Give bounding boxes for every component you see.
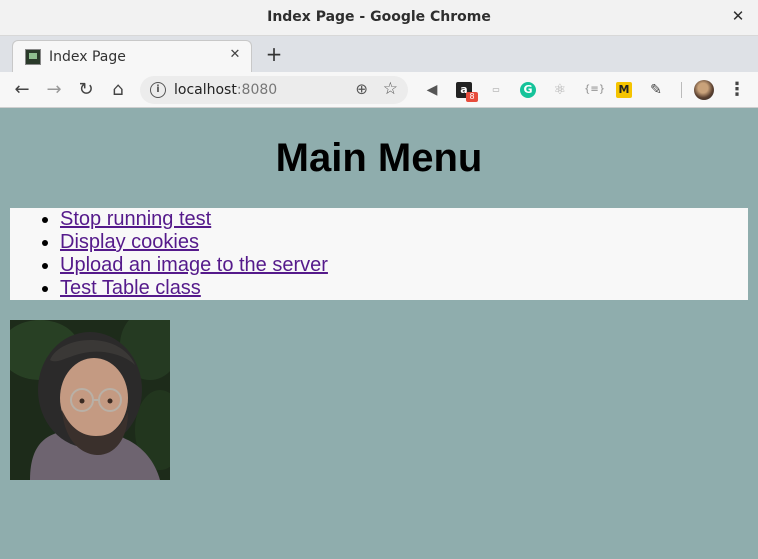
new-tab-button[interactable]: + (262, 42, 286, 66)
window-titlebar: Index Page - Google Chrome ✕ (0, 0, 758, 36)
reload-icon[interactable]: ↻ (74, 78, 98, 102)
xml-extension-icon[interactable]: ▭ (488, 82, 504, 98)
tab-index-page[interactable]: Index Page ✕ (12, 40, 252, 72)
tab-strip: Index Page ✕ + (0, 36, 758, 72)
list-item: Display cookies (60, 231, 748, 254)
extension-badge: 8 (466, 92, 478, 102)
portrait-photo (10, 320, 170, 480)
browser-toolbar: ← → ↻ ⌂ i localhost:8080 ⊕ ☆ ◀ a 8 ▭ G ⚛… (0, 72, 758, 108)
zoom-icon[interactable]: ⊕ (355, 80, 368, 98)
page-content: Main Menu Stop running test Display cook… (0, 108, 758, 559)
read-aloud-extension-icon[interactable]: ◀ (424, 82, 440, 98)
tab-label: Index Page (49, 49, 126, 65)
tab-close-icon[interactable]: ✕ (227, 47, 243, 65)
link-upload-image[interactable]: Upload an image to the server (60, 254, 328, 276)
main-menu-list: Stop running test Display cookies Upload… (10, 208, 748, 300)
portrait-photo-graphic (10, 320, 170, 480)
grammarly-extension-icon[interactable]: G (520, 82, 536, 98)
react-extension-icon[interactable]: ⚛ (552, 82, 568, 98)
list-item: Stop running test (60, 208, 748, 231)
address-url[interactable]: localhost:8080 (174, 82, 277, 98)
link-display-cookies[interactable]: Display cookies (60, 231, 199, 253)
address-bar[interactable]: i localhost:8080 ⊕ ☆ (140, 76, 408, 104)
window-close-icon[interactable]: ✕ (730, 8, 746, 24)
window-title: Index Page - Google Chrome (267, 9, 491, 25)
page-heading: Main Menu (275, 136, 483, 180)
link-stop-running-test[interactable]: Stop running test (60, 208, 211, 230)
favicon-icon (25, 49, 41, 65)
url-host: localhost (174, 82, 237, 98)
kebab-menu-icon[interactable]: ⋮ (728, 78, 746, 102)
forward-arrow-icon[interactable]: → (42, 78, 66, 102)
back-arrow-icon[interactable]: ← (10, 78, 34, 102)
link-test-table-class[interactable]: Test Table class (60, 277, 201, 299)
list-item: Upload an image to the server (60, 254, 748, 277)
url-port: :8080 (236, 82, 278, 98)
toolbar-divider (681, 82, 682, 98)
list-item: Test Table class (60, 277, 748, 300)
json-extension-icon[interactable]: {≡} (584, 82, 605, 98)
bookmark-star-icon[interactable]: ☆ (383, 79, 398, 99)
site-info-icon[interactable]: i (150, 82, 166, 98)
profile-avatar[interactable] (694, 80, 714, 100)
highlighter-extension-icon[interactable]: ✎ (648, 82, 664, 98)
home-icon[interactable]: ⌂ (106, 78, 130, 102)
m-extension-icon[interactable]: M (616, 82, 632, 98)
